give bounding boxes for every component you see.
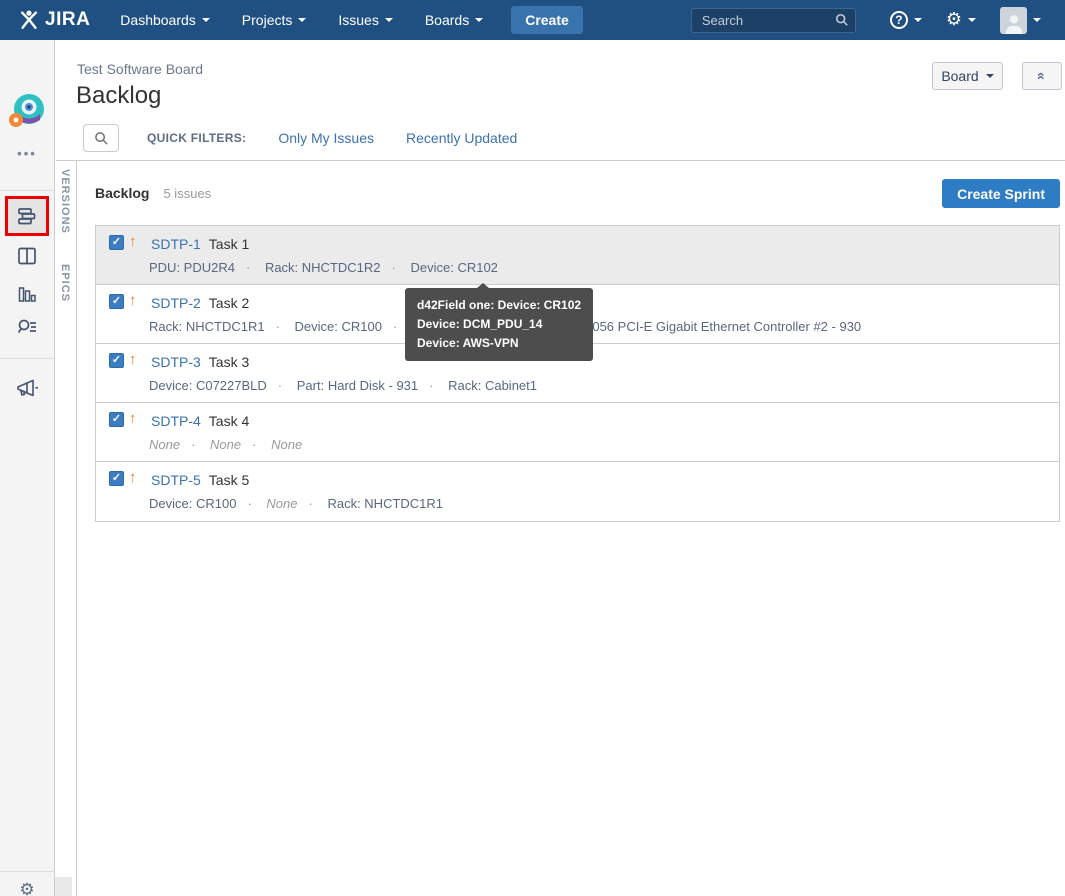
breadcrumb: Test Software Board: [77, 61, 203, 77]
nav-dashboards[interactable]: Dashboards: [104, 0, 226, 40]
issue-checkbox[interactable]: ✓: [109, 235, 124, 250]
backlog-section-header: Backlog 5 issues: [95, 185, 211, 201]
nav-issues[interactable]: Issues: [322, 0, 408, 40]
more-icon[interactable]: •••: [0, 146, 54, 161]
sidebar-divider: [0, 358, 54, 359]
chevron-down-icon: [1033, 18, 1041, 22]
issue-row-sdtp-4[interactable]: ✓ ↑ SDTP-4 Task 4 None· None· None: [96, 403, 1059, 462]
issue-row-sdtp-5[interactable]: ✓ ↑ SDTP-5 Task 5 Device: CR100· None· Ra…: [96, 462, 1059, 521]
issue-row-sdtp-1[interactable]: ✓ ↑ SDTP-1 Task 1 PDU: PDU2R4· Rack: NHCT…: [96, 226, 1059, 285]
priority-high-icon: ↑: [129, 351, 137, 368]
quick-filters-bar: QUICK FILTERS: Only My Issues Recently U…: [83, 124, 517, 152]
admin-menu[interactable]: ⚙: [946, 11, 976, 29]
tooltip-line: Device: AWS-VPN: [417, 334, 581, 353]
tab-epics[interactable]: EPICS: [59, 264, 71, 302]
user-menu[interactable]: [1000, 7, 1041, 34]
field-tooltip: d42Field one: Device: CR102 Device: DCM_…: [405, 288, 593, 361]
chevron-down-icon: [202, 18, 210, 22]
filter-only-my-issues[interactable]: Only My Issues: [278, 130, 374, 146]
chevron-down-icon: [968, 18, 976, 22]
issue-count: 5 issues: [163, 186, 211, 201]
feedback-megaphone-icon[interactable]: [0, 376, 54, 402]
chevrons-up-icon: «: [1034, 72, 1050, 80]
filter-search-box[interactable]: [83, 124, 119, 152]
issue-summary: Task 4: [209, 413, 249, 429]
chevron-down-icon: [475, 18, 483, 22]
main-content: Test Software Board Backlog Board « QUIC…: [55, 40, 1065, 896]
nav-projects[interactable]: Projects: [226, 0, 323, 40]
epics-versions-rail: VERSIONS EPICS: [55, 161, 77, 896]
issue-meta: Device: C07227BLD· Part: Hard Disk - 931…: [149, 378, 537, 393]
reports-icon[interactable]: [0, 282, 54, 306]
header-divider: [56, 160, 1065, 161]
issue-checkbox[interactable]: ✓: [109, 412, 124, 427]
help-menu[interactable]: ?: [890, 11, 922, 29]
chevron-down-icon: [986, 74, 994, 78]
issue-meta: None· None· None: [149, 437, 302, 452]
chevron-down-icon: [914, 18, 922, 22]
board-settings-gear-icon[interactable]: ⚙: [0, 880, 54, 896]
tooltip-line: d42Field one: Device: CR102: [417, 296, 581, 315]
tooltip-arrow-icon: [477, 283, 489, 288]
chevron-down-icon: [298, 18, 306, 22]
avatar: [1000, 7, 1027, 34]
section-title: Backlog: [95, 185, 149, 201]
quick-filters-label: QUICK FILTERS:: [147, 131, 246, 145]
priority-high-icon: ↑: [129, 410, 137, 427]
sidebar-divider: [0, 190, 54, 191]
collapse-header-button[interactable]: «: [1022, 62, 1062, 90]
tooltip-line: Device: DCM_PDU_14: [417, 315, 581, 334]
user-icon: [1003, 12, 1025, 34]
active-sprints-icon[interactable]: [0, 244, 54, 268]
issue-key-link[interactable]: SDTP-4: [151, 413, 201, 429]
jira-charlie-icon: [18, 9, 40, 31]
issue-search-icon[interactable]: [0, 316, 54, 340]
project-avatar[interactable]: [0, 90, 54, 132]
help-icon: ?: [890, 11, 908, 29]
issue-key-link[interactable]: SDTP-3: [151, 354, 201, 370]
brand-text: JIRA: [45, 9, 90, 31]
filter-recently-updated[interactable]: Recently Updated: [406, 130, 517, 146]
issue-key-link[interactable]: SDTP-2: [151, 295, 201, 311]
board-sidebar: •••: [0, 40, 55, 896]
issue-meta: PDU: PDU2R4· Rack: NHCTDC1R2· Device: CR…: [149, 260, 498, 275]
search-icon: [94, 131, 109, 146]
backlog-issue-list: ✓ ↑ SDTP-1 Task 1 PDU: PDU2R4· Rack: NHCT…: [95, 225, 1060, 522]
issue-checkbox[interactable]: ✓: [109, 471, 124, 486]
sidebar-divider: [0, 871, 54, 872]
issue-key-link[interactable]: SDTP-5: [151, 472, 201, 488]
project-avatar-icon: [6, 90, 48, 132]
issue-summary: Task 2: [209, 295, 249, 311]
page-title: Backlog: [76, 82, 161, 110]
rail-footer: [55, 877, 72, 896]
board-menu-button[interactable]: Board: [932, 62, 1003, 90]
chevron-down-icon: [385, 18, 393, 22]
search-input[interactable]: [691, 8, 856, 33]
annotation-highlight: [5, 196, 49, 236]
issue-checkbox[interactable]: ✓: [109, 294, 124, 309]
create-sprint-button[interactable]: Create Sprint: [942, 179, 1060, 208]
issue-key-link[interactable]: SDTP-1: [151, 236, 201, 252]
top-navigation: JIRA Dashboards Projects Issues Boards C…: [0, 0, 1065, 40]
issue-meta: Device: CR100· None· Rack: NHCTDC1R1: [149, 496, 443, 511]
search-icon: [835, 13, 849, 27]
backlog-icon[interactable]: [15, 204, 39, 228]
issue-summary: Task 3: [209, 354, 249, 370]
jira-logo[interactable]: JIRA: [18, 9, 90, 31]
nav-boards[interactable]: Boards: [409, 0, 499, 40]
issue-checkbox[interactable]: ✓: [109, 353, 124, 368]
priority-high-icon: ↑: [129, 469, 137, 486]
tab-versions[interactable]: VERSIONS: [59, 169, 71, 234]
priority-high-icon: ↑: [129, 233, 137, 250]
gear-icon: ⚙: [946, 11, 962, 29]
priority-high-icon: ↑: [129, 292, 137, 309]
issue-summary: Task 1: [209, 236, 249, 252]
issue-summary: Task 5: [209, 472, 249, 488]
create-button[interactable]: Create: [511, 6, 583, 34]
